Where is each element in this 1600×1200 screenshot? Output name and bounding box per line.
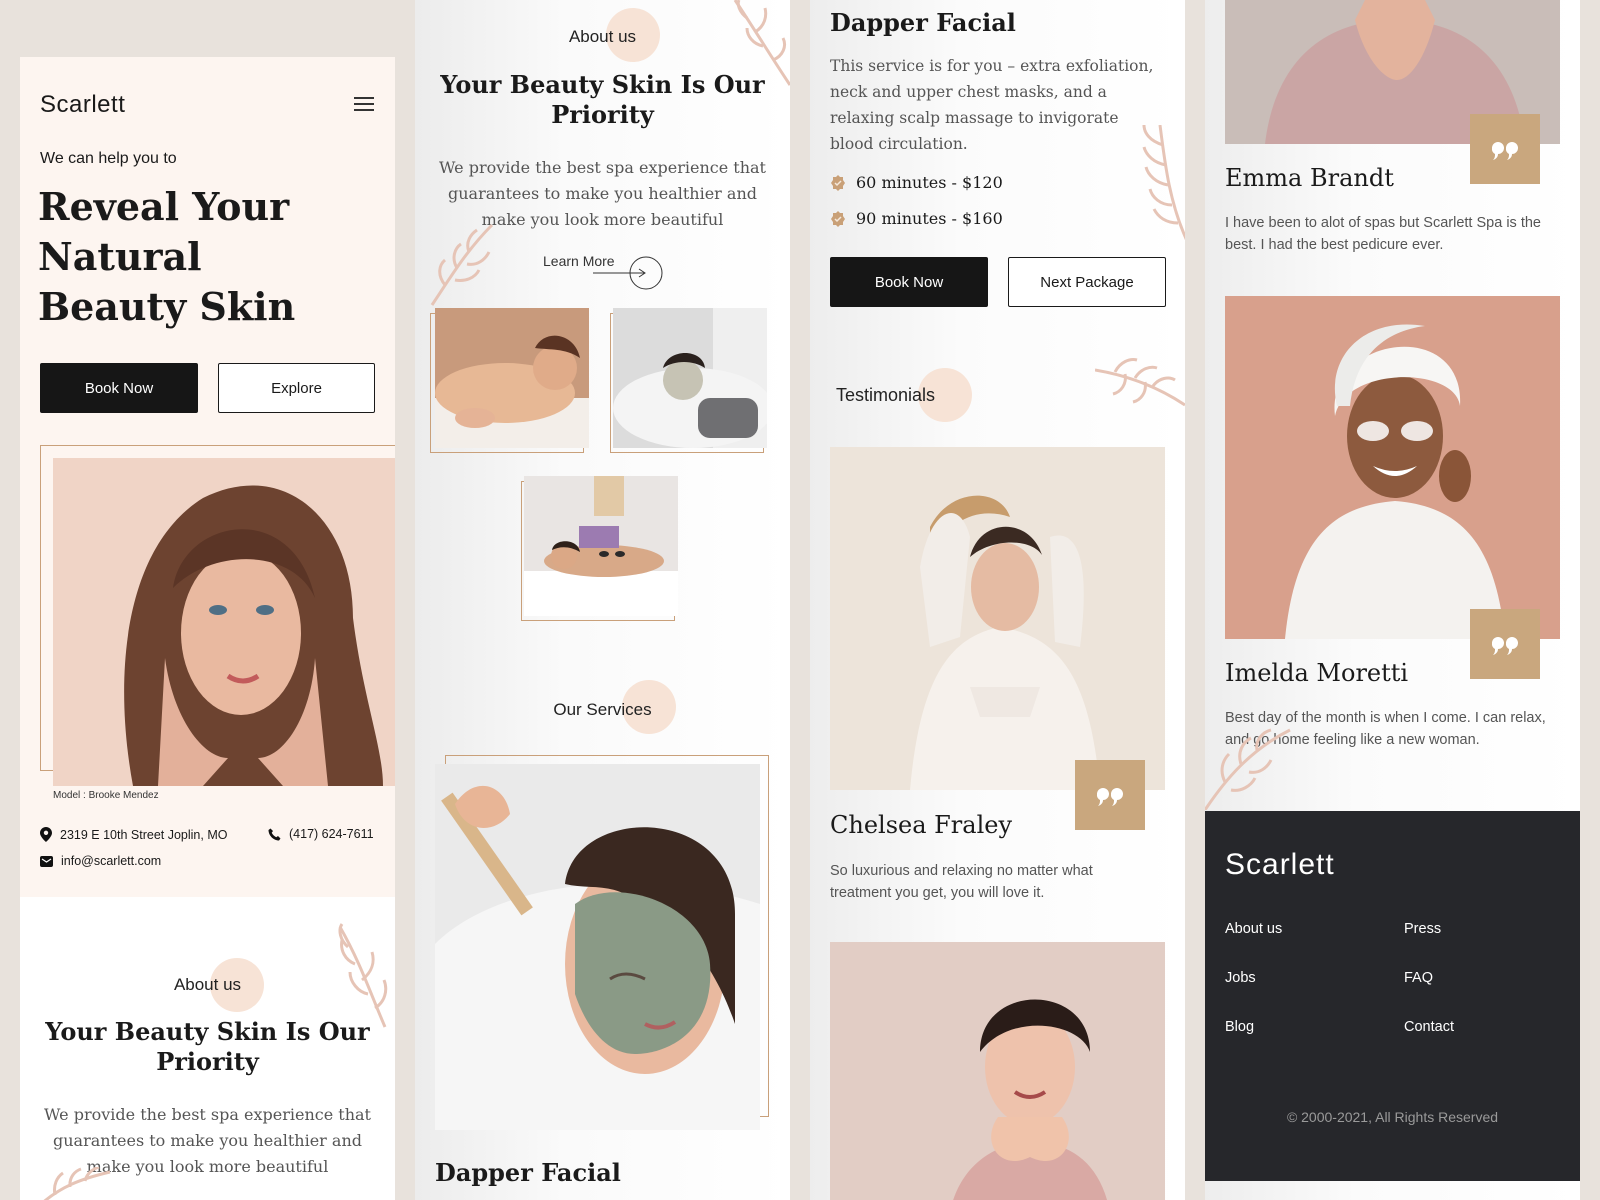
brand-logo[interactable]: Scarlett <box>40 91 125 119</box>
quote-icon <box>1470 114 1540 184</box>
leaf-icon <box>1205 710 1295 815</box>
phone-icon <box>268 828 281 840</box>
badge-check-icon <box>831 210 845 227</box>
about-title-line-1: Your Beauty Skin Is Our <box>440 70 765 99</box>
about-title: Your Beauty Skin Is Our Priority <box>415 70 790 130</box>
copyright: © 2000-2021, All Rights Reserved <box>1286 1109 1499 1125</box>
price-item-90: 90 minutes - $160 <box>830 209 1003 228</box>
contact-email[interactable]: info@scarlett.com <box>40 854 161 868</box>
testimonial-photo-next <box>830 942 1165 1200</box>
footer-link-contact[interactable]: Contact <box>1404 1019 1454 1035</box>
quote-icon <box>1470 609 1540 679</box>
book-now-button[interactable]: Book Now <box>830 257 988 307</box>
price-text-60: 60 minutes - $120 <box>856 173 1003 192</box>
gallery-photo-stone-massage[interactable] <box>524 476 678 616</box>
testimonial-text: So luxurious and relaxing no matter what… <box>830 863 1093 901</box>
leaf-icon <box>1120 124 1185 250</box>
next-package-button[interactable]: Next Package <box>1008 257 1166 307</box>
contact-phone[interactable]: (417) 624-7611 <box>268 827 374 841</box>
about-title-line-2: Priority <box>156 1047 259 1076</box>
service-title: Dapper Facial <box>435 1158 621 1187</box>
hero-headline-line-3: Beauty Skin <box>38 284 296 329</box>
hero-headline: Reveal Your Natural Beauty Skin <box>38 182 295 332</box>
footer-link-press[interactable]: Press <box>1404 921 1441 937</box>
about-label: About us <box>173 975 242 994</box>
mail-icon <box>40 855 53 867</box>
service-title: Dapper Facial <box>830 8 1016 37</box>
testimonials-label: Testimonials <box>836 385 936 405</box>
leaf-icon <box>427 220 497 315</box>
leaf-icon <box>35 1165 115 1200</box>
mobile-screen-footer: Emma Brandt I have been to alot of spas … <box>1205 0 1580 1200</box>
price-item-60: 60 minutes - $120 <box>830 173 1003 192</box>
badge-check-icon <box>831 174 845 191</box>
hero-model-photo <box>53 458 395 786</box>
explore-button[interactable]: Explore <box>218 363 375 413</box>
footer-brand[interactable]: Scarlett <box>1225 848 1335 882</box>
hero-headline-line-2: Natural <box>38 234 202 279</box>
testimonial-name: Emma Brandt <box>1225 164 1394 192</box>
testimonial-name: Chelsea Fraley <box>830 811 1013 839</box>
address-text: 2319 E 10th Street Joplin, MO <box>60 827 228 842</box>
footer-link-faq[interactable]: FAQ <box>1404 970 1433 986</box>
mobile-screen-testimonials: Dapper Facial This service is for you – … <box>810 0 1185 1200</box>
testimonial-name: Imelda Moretti <box>1225 659 1409 687</box>
service-description: This service is for you – extra exfoliat… <box>830 57 1154 153</box>
menu-icon[interactable] <box>354 97 374 111</box>
services-label: Our Services <box>553 700 652 719</box>
footer-link-jobs[interactable]: Jobs <box>1225 970 1256 986</box>
book-now-button[interactable]: Book Now <box>40 363 198 413</box>
about-title-line-2: Priority <box>551 100 654 129</box>
gallery-photo-face-mask[interactable] <box>613 308 767 448</box>
footer-link-blog[interactable]: Blog <box>1225 1019 1254 1035</box>
mobile-screen-services: About us Your Beauty Skin Is Our Priorit… <box>415 0 790 1200</box>
price-text-90: 90 minutes - $160 <box>856 209 1003 228</box>
quote-icon <box>1075 760 1145 830</box>
footer: Scarlett About us Press Jobs FAQ Blog Co… <box>1205 811 1580 1181</box>
testimonial-text: I have been to alot of spas but Scarlett… <box>1225 215 1541 253</box>
service-photo-facial <box>435 764 760 1130</box>
arrow-right-icon[interactable] <box>593 256 665 295</box>
hero-kicker: We can help you to <box>40 150 177 167</box>
location-pin-icon <box>40 827 52 842</box>
contact-address[interactable]: 2319 E 10th Street Joplin, MO <box>40 827 227 842</box>
email-text: info@scarlett.com <box>61 854 162 868</box>
about-title: Your Beauty Skin Is Our Priority <box>20 1017 395 1077</box>
leaf-icon <box>1094 350 1185 415</box>
gallery-photo-back-scrub[interactable] <box>435 308 589 448</box>
mobile-screen-home: Scarlett We can help you to Reveal Your … <box>20 57 395 1200</box>
about-title-line-1: Your Beauty Skin Is Our <box>45 1017 370 1046</box>
about-label: About us <box>568 27 637 46</box>
footer-link-about[interactable]: About us <box>1225 921 1282 937</box>
testimonial-photo-imelda <box>1225 296 1560 639</box>
phone-text: (417) 624-7611 <box>289 827 374 841</box>
testimonial-photo-chelsea <box>830 447 1165 790</box>
hero-headline-line-1: Reveal Your <box>38 184 290 229</box>
model-caption: Model : Brooke Mendez <box>53 790 159 801</box>
